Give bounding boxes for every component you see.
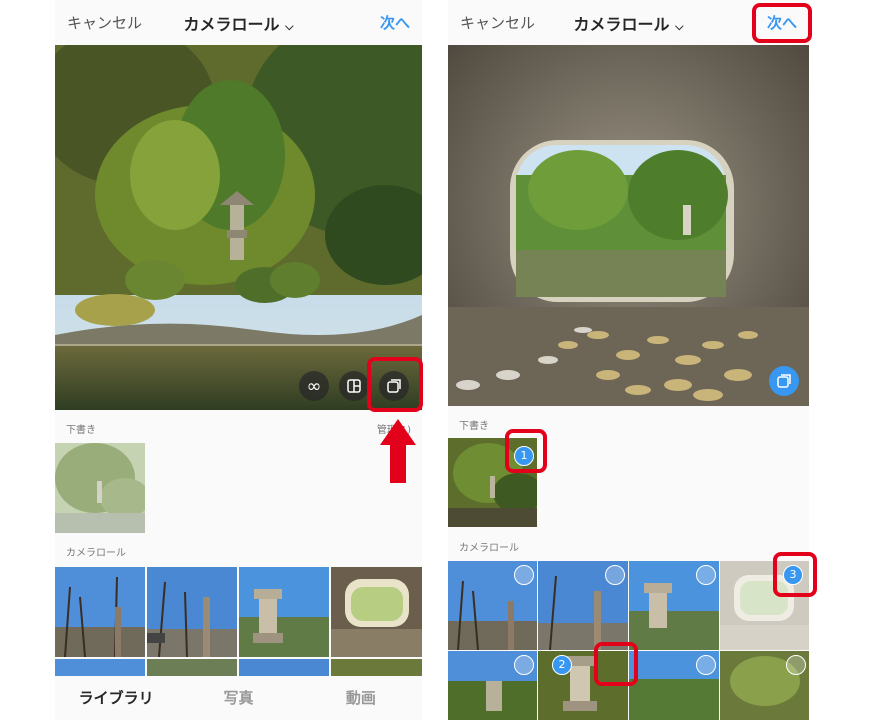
highlight-selection-1 xyxy=(505,429,547,473)
album-title: カメラロール xyxy=(183,15,280,34)
select-circle[interactable] xyxy=(605,565,625,585)
highlight-multi-select xyxy=(367,357,423,412)
photo-cell[interactable] xyxy=(538,561,628,650)
photo-cell[interactable] xyxy=(147,567,237,657)
photo-cell[interactable] xyxy=(448,651,537,720)
bottom-tab-bar: ライブラリ 写真 動画 xyxy=(55,676,422,720)
lantern-photo xyxy=(448,45,809,406)
draft-label: 下書き xyxy=(66,425,96,436)
album-title: カメラロール xyxy=(573,15,670,34)
select-circle[interactable] xyxy=(696,655,716,675)
right-screen: キャンセル カメラロール ⌵ 次へ 下書き 1 カメラロール 3 2 xyxy=(448,0,809,720)
chevron-down-icon: ⌵ xyxy=(675,20,684,33)
tab-library[interactable]: ライブラリ xyxy=(55,676,177,720)
camera-roll-label: カメラロール xyxy=(459,543,519,554)
photo-cell[interactable] xyxy=(331,567,422,657)
camera-roll-label: カメラロール xyxy=(66,548,126,559)
infinity-icon[interactable]: ∞ xyxy=(299,371,329,401)
select-circle[interactable] xyxy=(786,655,806,675)
photo-preview xyxy=(448,45,809,406)
photo-cell[interactable] xyxy=(55,567,145,657)
camera-roll-grid xyxy=(55,567,422,679)
layout-icon[interactable] xyxy=(339,371,369,401)
draft-label: 下書き xyxy=(459,421,489,432)
tab-photo[interactable]: 写真 xyxy=(177,676,299,720)
draft-thumbnail[interactable] xyxy=(55,443,145,533)
top-bar: キャンセル カメラロール ⌵ 次へ xyxy=(55,0,422,45)
photo-cell[interactable] xyxy=(720,651,809,720)
photo-cell[interactable] xyxy=(448,561,537,650)
next-button[interactable]: 次へ xyxy=(380,12,410,33)
camera-roll-grid: 3 2 xyxy=(448,561,809,720)
garden-photo xyxy=(55,45,422,410)
left-screen: キャンセル カメラロール ⌵ 次へ ∞ 下書き カメラロール ライブラリ 写真 … xyxy=(55,0,422,720)
highlight-selection-3 xyxy=(773,552,817,597)
photo-cell[interactable] xyxy=(629,651,719,720)
select-circle[interactable] xyxy=(696,565,716,585)
photo-cell[interactable] xyxy=(629,561,719,650)
highlight-next xyxy=(752,3,812,43)
select-circle[interactable] xyxy=(514,655,534,675)
highlight-selection-2 xyxy=(594,642,638,686)
up-arrow-icon xyxy=(380,419,416,483)
multi-select-icon[interactable] xyxy=(769,366,799,396)
photo-cell[interactable] xyxy=(239,567,329,657)
album-selector[interactable]: カメラロール ⌵ xyxy=(55,11,422,35)
photo-preview: ∞ xyxy=(55,45,422,410)
selection-badge: 2 xyxy=(552,655,572,675)
tab-video[interactable]: 動画 xyxy=(300,676,422,720)
chevron-down-icon: ⌵ xyxy=(285,20,294,33)
select-circle[interactable] xyxy=(514,565,534,585)
